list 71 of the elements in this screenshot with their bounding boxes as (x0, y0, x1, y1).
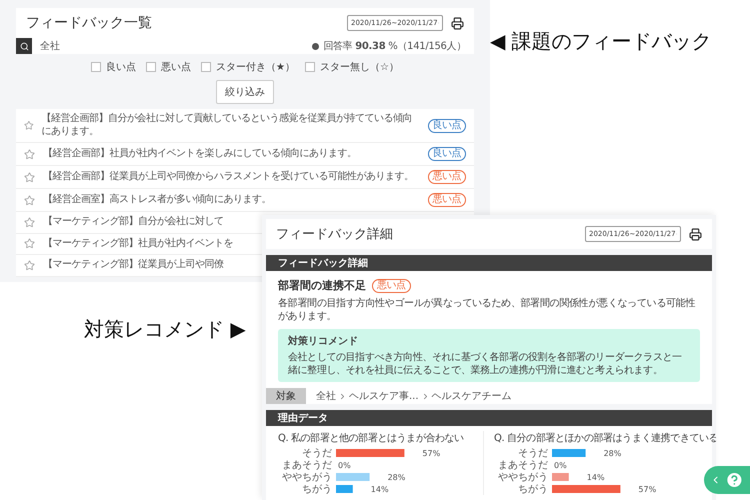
search-button[interactable] (16, 38, 32, 54)
value-label: 57% (422, 449, 440, 458)
category-label: ちがう (302, 484, 332, 495)
breadcrumb-item[interactable]: ヘルスケア事... (349, 389, 419, 403)
star-icon[interactable] (24, 260, 35, 271)
breadcrumb-item[interactable]: ヘルスケアチーム (432, 389, 512, 403)
category-label: そうだ (302, 448, 332, 459)
callout-caption: ◀ 課題のフィードバック (490, 28, 712, 55)
value-label: 0% (338, 461, 351, 470)
feedback-text[interactable]: 【経営企画室】高ストレス者が多い傾向にあります。 (43, 194, 271, 206)
bar (336, 485, 353, 493)
filter-checkbox[interactable]: スター付き（★） (201, 60, 295, 74)
value-label: 28% (604, 449, 622, 458)
dot-icon (312, 42, 320, 50)
bar (552, 473, 569, 481)
chevron-right-icon (338, 392, 347, 400)
target-label: 対象 (266, 388, 306, 404)
status-badge: 悪い点 (428, 193, 466, 207)
bar (336, 449, 404, 457)
filter-button[interactable]: 絞り込み (216, 80, 274, 104)
category-label: ちがう (518, 484, 548, 495)
star-icon[interactable] (24, 216, 35, 228)
value-label: 57% (638, 485, 656, 494)
status-badge: 悪い点 (428, 170, 466, 184)
filter-checkbox[interactable]: スター無し（☆） (305, 60, 399, 74)
feedback-text[interactable]: 【マーケティング部】自分が会社に対して (43, 216, 224, 228)
star-icon[interactable] (24, 194, 35, 206)
scope-text: 全社 (40, 40, 61, 53)
issue-description: 各部署間の目指す方向性やゴールが異なっているため、部署間の関係性が悪くなっている可能性があります。 (278, 297, 696, 323)
help-button[interactable] (704, 466, 750, 494)
print-icon[interactable] (451, 16, 464, 30)
value-label: 0% (554, 461, 567, 470)
category-label: まあそうだ (282, 460, 332, 471)
section-header: フィードバック詳細 (266, 255, 712, 271)
print-icon[interactable] (689, 228, 702, 240)
page-title: フィードバック一覧 (26, 14, 152, 32)
status-badge: 良い点 (428, 147, 466, 161)
recommendation-title: 対策リコメンド (288, 334, 359, 348)
bar (552, 485, 620, 493)
question-text: Q. 私の部署と他の部署とはうまが合わない (278, 432, 465, 445)
value-label: 14% (370, 485, 389, 494)
star-icon[interactable] (24, 238, 35, 250)
callout-caption: 対策レコメンド ▶ (84, 316, 246, 343)
feedback-text[interactable]: 【マーケティング部】社員が社内イベントを (43, 238, 233, 250)
feedback-text[interactable]: 【経営企画部】社員が社内イベントを楽しみにしている傾向にあります。 (43, 148, 356, 160)
status-badge: 良い点 (428, 118, 466, 132)
category-label: そうだ (518, 448, 548, 459)
value-label: 28% (388, 473, 406, 482)
feedback-text[interactable]: 【マーケティング部】従業員が上司や同僚 (43, 259, 224, 272)
page-title: フィードバック詳細 (276, 226, 393, 243)
star-icon[interactable] (24, 120, 34, 131)
recommendation-text: 会社としての目指すべき方向性、それに基づく各部署の役割を各部署のリーダークラスと一緒に整理し、それを社員に伝えることで、業務上の連携が円滑に進むと考えられます。 (288, 351, 683, 377)
breadcrumb-item[interactable]: 全社 (316, 389, 336, 403)
search-icon (20, 42, 28, 50)
star-icon[interactable] (24, 148, 35, 160)
feedback-text[interactable]: 【経営企画部】自分が会社に対して貢献しているという感覚を従業員が持てている傾向にあります。 (42, 113, 420, 138)
category-label: ややちがう (282, 472, 332, 483)
category-label: ややちがう (498, 472, 548, 483)
value-label: 14% (586, 473, 605, 482)
star-icon[interactable] (24, 172, 35, 182)
question-icon (725, 470, 744, 490)
section-header: 理由データ (266, 410, 712, 426)
response-rate: 回答率 90.38 %（141/156人） (323, 40, 466, 53)
bar (552, 449, 586, 457)
filter-checkbox[interactable]: 悪い点 (146, 60, 192, 74)
feedback-text[interactable]: 【経営企画部】従業員が上司や同僚からハラスメントを受けている可能性があります。 (43, 170, 414, 184)
filter-checkbox[interactable]: 良い点 (91, 60, 136, 74)
category-label: まあそうだ (498, 460, 548, 471)
status-badge: 悪い点 (372, 278, 410, 292)
issue-title: 部署間の連携不足 (278, 278, 366, 293)
bar (336, 473, 370, 481)
